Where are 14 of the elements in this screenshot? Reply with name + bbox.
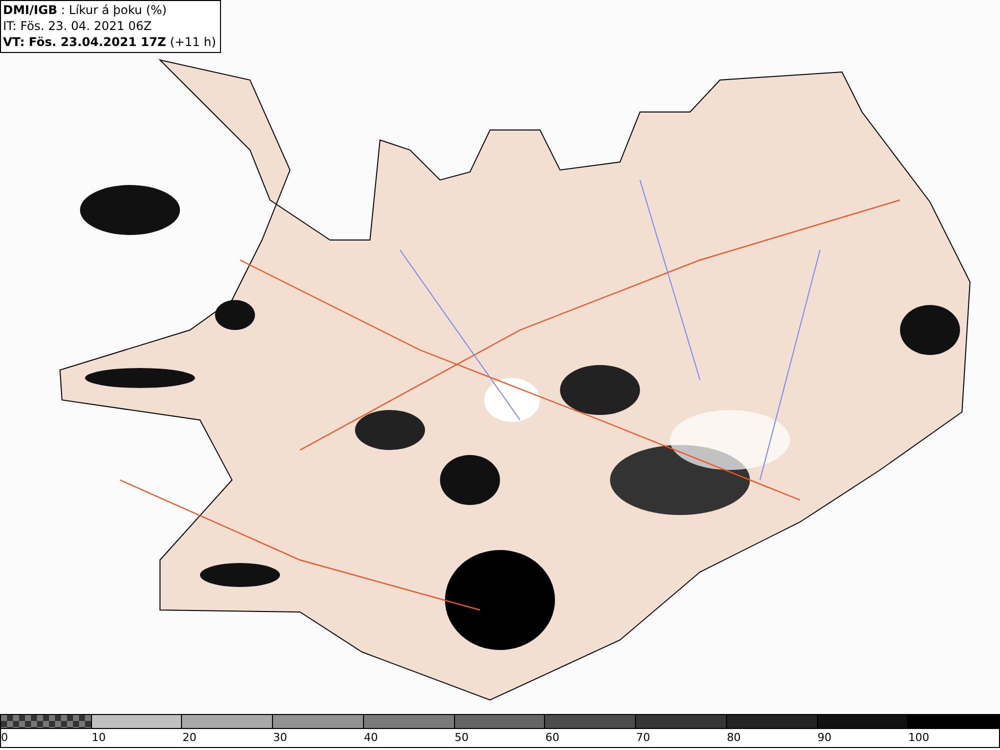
legend-label: 50 xyxy=(454,730,469,746)
info-text: VT: Fös. 23.04.2021 17Z (+11 h) xyxy=(3,34,216,50)
legend-label: 90 xyxy=(818,730,832,746)
legend-label: 70 xyxy=(636,730,650,746)
legend-label: 80 xyxy=(726,730,741,746)
info-text: IT: Fös. 23. 04. 2021 06Z xyxy=(3,18,153,34)
legend-label: 10 xyxy=(92,730,106,746)
info-text: DMI/IGB : Líkur á þoku (%) xyxy=(3,2,168,18)
legend-label: 40 xyxy=(364,730,378,746)
legend-label: 0 xyxy=(1,730,8,746)
legend-label: 30 xyxy=(273,730,288,746)
legend-label: 100 xyxy=(908,730,930,746)
legend-label: 60 xyxy=(545,730,560,746)
legend-label: 20 xyxy=(182,730,196,746)
